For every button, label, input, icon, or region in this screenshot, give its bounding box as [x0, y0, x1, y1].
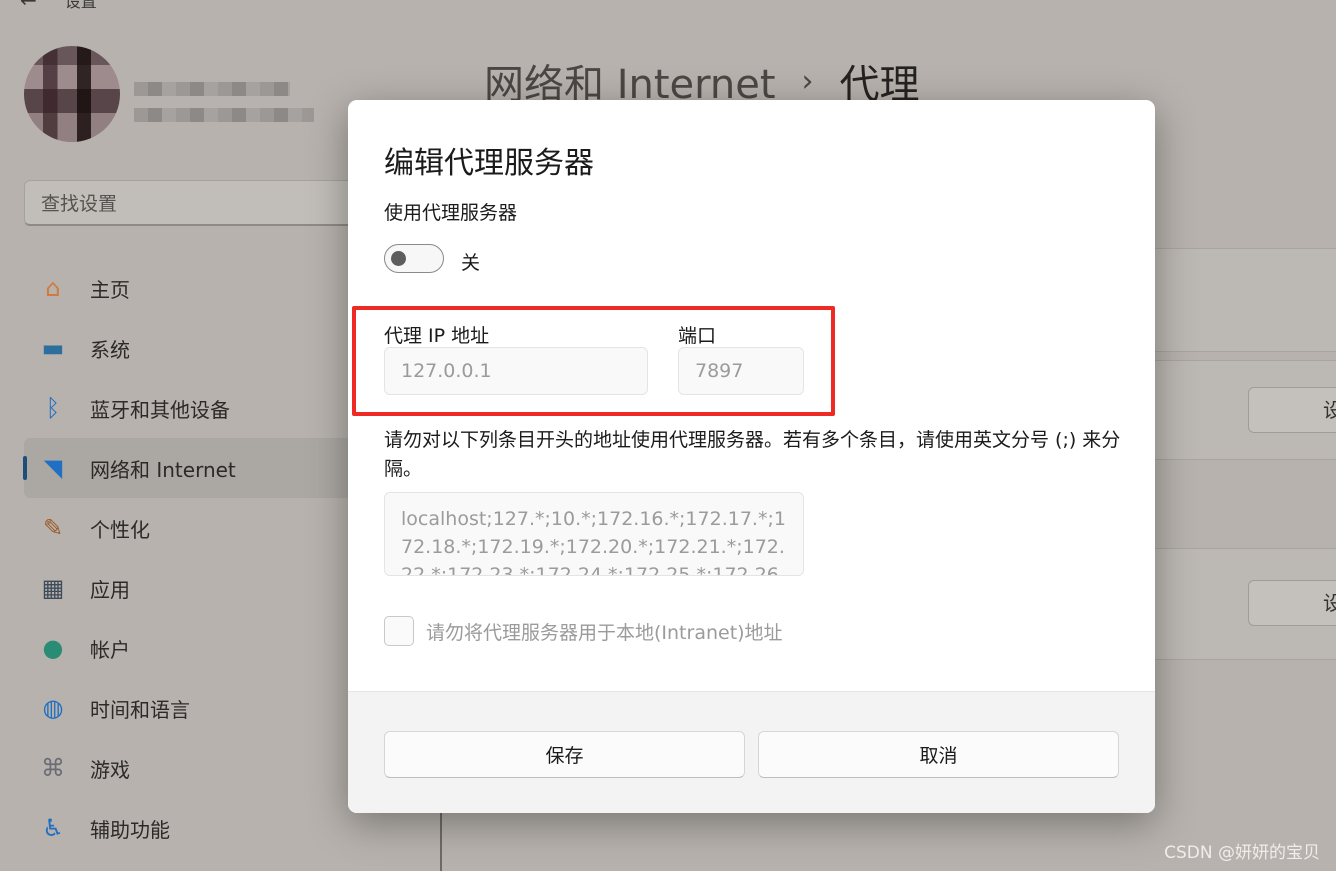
sidebar-item[interactable]: ♿ 辅助功能 — [24, 798, 364, 858]
apps-icon: ▦ — [41, 574, 65, 602]
dialog-footer: 保存 取消 — [348, 691, 1155, 813]
proxy-ip-label: 代理 IP 地址 — [384, 325, 490, 347]
sidebar-item[interactable]: ✎ 个性化 — [24, 498, 364, 558]
title-bar: ← 设置 — [20, 0, 97, 14]
window-title: 设置 — [64, 0, 97, 11]
dialog-title: 编辑代理服务器 — [384, 146, 594, 181]
exceptions-description: 请勿对以下列条目开头的地址使用代理服务器。若有多个条目，请使用英文分号 (;) … — [384, 429, 1121, 480]
brush-icon: ✎ — [42, 514, 64, 542]
home-icon: ⌂ — [45, 274, 61, 302]
port-label: 端口 — [678, 325, 717, 347]
port-field[interactable]: 7897 — [678, 347, 804, 395]
system-icon: ▬ — [41, 334, 65, 362]
avatar — [24, 46, 120, 142]
sidebar-item[interactable]: ◍ 时间和语言 — [24, 678, 364, 738]
sidebar-item-label: 游戏 — [90, 757, 130, 782]
intranet-checkbox[interactable] — [384, 616, 414, 646]
wifi-icon: ◥ — [43, 454, 63, 482]
gamepad-icon: ⌘ — [41, 754, 65, 782]
sidebar-item[interactable]: ⌘ 游戏 — [24, 738, 364, 798]
use-proxy-toggle[interactable] — [384, 244, 444, 273]
sidebar-item-label: 系统 — [90, 337, 130, 362]
bluetooth-icon: ᛒ — [45, 394, 61, 422]
setup-button[interactable]: 设 — [1248, 580, 1336, 626]
sidebar-item-label: 主页 — [90, 277, 130, 302]
chevron-right-icon: › — [801, 63, 814, 99]
edit-proxy-dialog: 编辑代理服务器 使用代理服务器 关 代理 IP 地址 127.0.0.1 端口 … — [348, 100, 1155, 813]
sidebar-item-label: 帐户 — [90, 637, 130, 662]
watermark: CSDN @妍妍的宝贝 — [1164, 843, 1320, 863]
toggle-state-label: 关 — [461, 252, 481, 274]
user-profile[interactable] — [24, 46, 324, 146]
accessibility-icon: ♿ — [42, 814, 64, 842]
account-icon: ● — [42, 634, 64, 662]
setup-button[interactable]: 设 — [1248, 387, 1336, 433]
save-button[interactable]: 保存 — [384, 731, 745, 778]
proxy-ip-field[interactable]: 127.0.0.1 — [384, 347, 648, 395]
sidebar-item-label: 蓝牙和其他设备 — [90, 397, 230, 422]
sidebar-item[interactable]: ● 帐户 — [24, 618, 364, 678]
sidebar-item[interactable]: ◥ 网络和 Internet — [23, 438, 364, 498]
cancel-button[interactable]: 取消 — [758, 731, 1119, 778]
sidebar-item[interactable]: ᛒ 蓝牙和其他设备 — [24, 378, 364, 438]
globe-icon: ◍ — [42, 694, 64, 722]
user-email-redacted — [134, 108, 314, 122]
settings-card — [1150, 248, 1336, 352]
exceptions-textarea[interactable]: localhost;127.*;10.*;172.16.*;172.17.*;1… — [384, 492, 804, 576]
divider — [440, 812, 442, 871]
sidebar-item-label: 辅助功能 — [90, 817, 170, 842]
sidebar-item[interactable]: ▬ 系统 — [24, 318, 364, 378]
sidebar-item-label: 个性化 — [90, 517, 150, 542]
sidebar-nav: ⌂ 主页 ▬ 系统 ᛒ 蓝牙和其他设备 ◥ 网络和 Internet ✎ 个性化 ▦ 应用 ● 帐户 ◍ 时间… — [23, 258, 364, 858]
sidebar-item-label: 网络和 Internet — [90, 457, 236, 482]
use-proxy-label: 使用代理服务器 — [384, 202, 518, 224]
user-name-redacted — [134, 82, 290, 96]
intranet-checkbox-label: 请勿将代理服务器用于本地(Intranet)地址 — [426, 622, 783, 644]
search-input[interactable]: 查找设置 — [24, 180, 364, 226]
sidebar-item-label: 时间和语言 — [90, 697, 190, 722]
back-icon[interactable]: ← — [20, 0, 37, 12]
sidebar-item-label: 应用 — [90, 577, 130, 602]
sidebar-item[interactable]: ⌂ 主页 — [24, 258, 364, 318]
sidebar-item[interactable]: ▦ 应用 — [24, 558, 364, 618]
